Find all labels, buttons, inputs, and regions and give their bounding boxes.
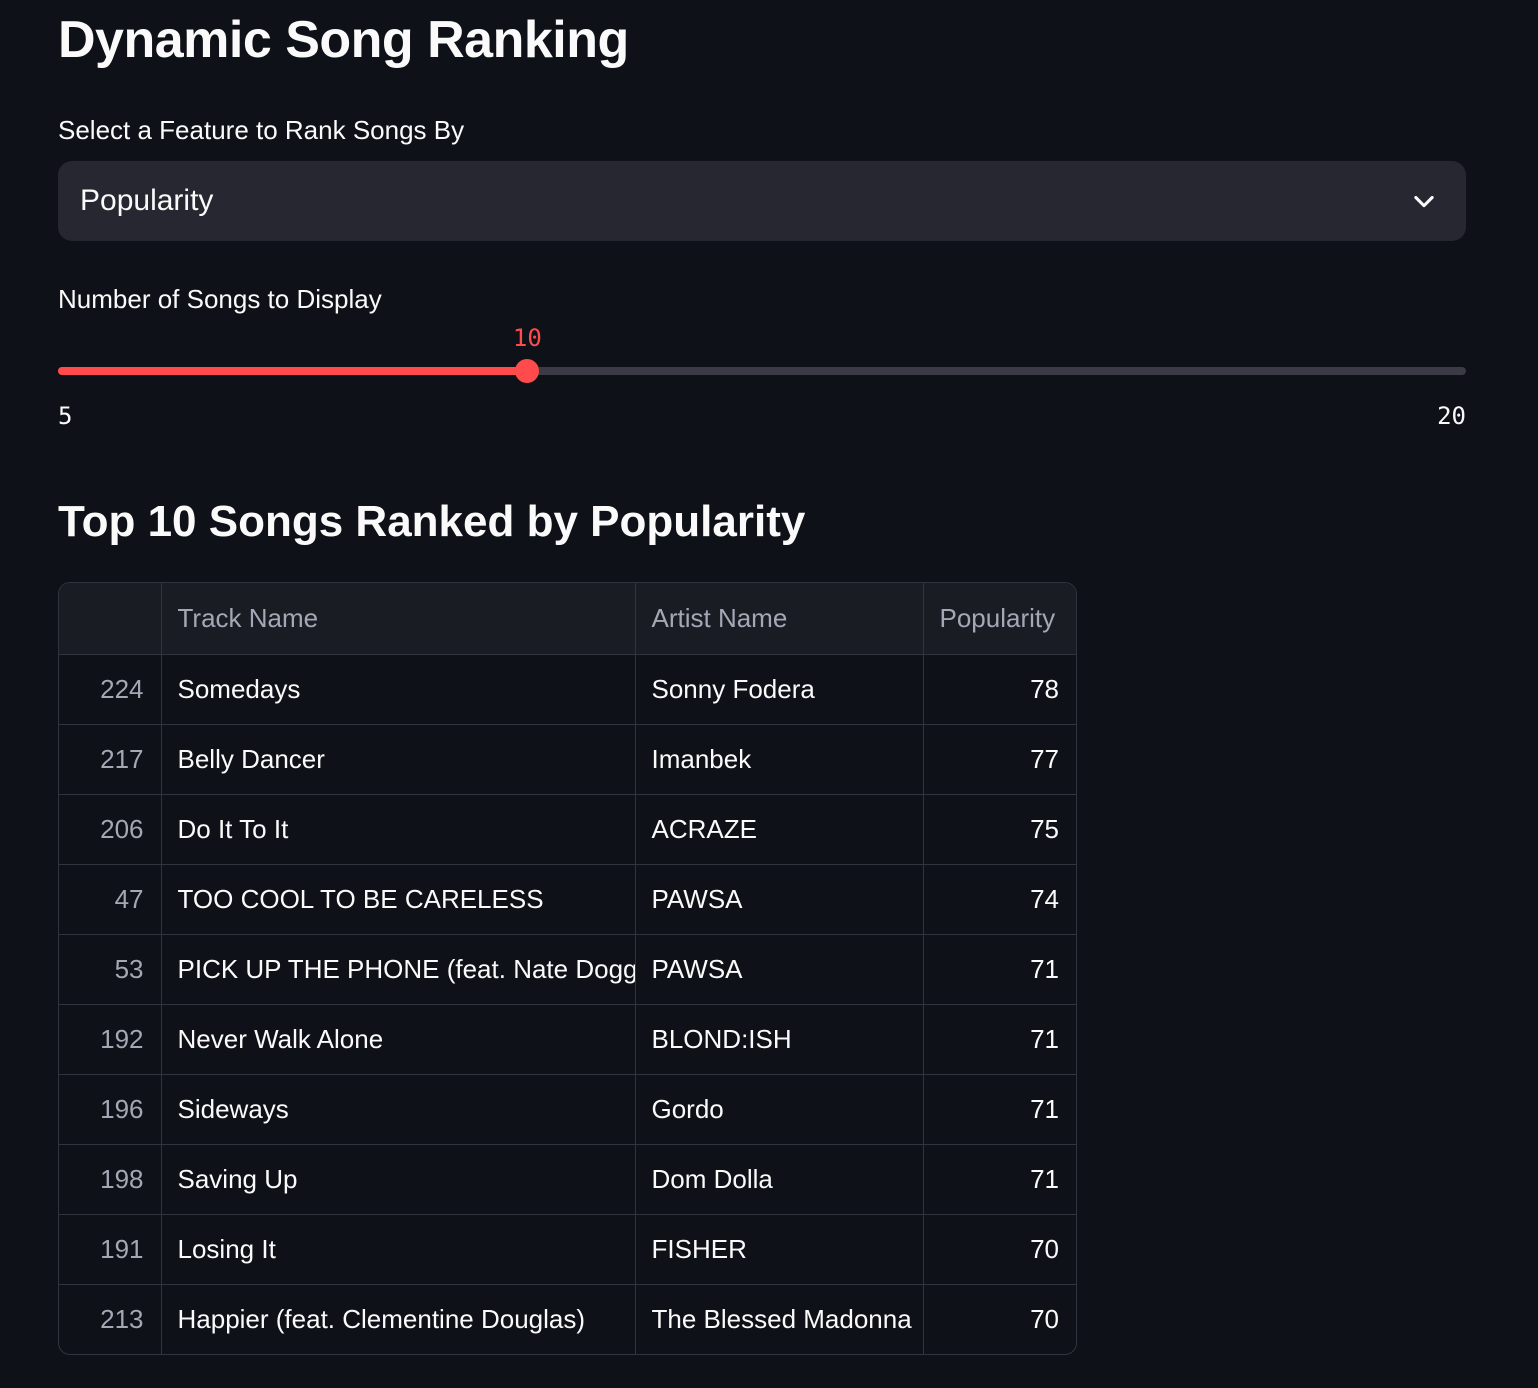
row-index: 213 <box>59 1284 162 1354</box>
track-name-cell[interactable]: TOO COOL TO BE CARELESS <box>161 864 636 935</box>
row-index: 217 <box>59 724 162 795</box>
table-row[interactable]: 198 Saving Up Dom Dolla 71 <box>59 1144 1076 1215</box>
table-row[interactable]: 217 Belly Dancer Imanbek 77 <box>59 724 1076 795</box>
popularity-cell[interactable]: 78 <box>923 654 1076 725</box>
popularity-cell[interactable]: 71 <box>923 1074 1076 1145</box>
track-name-cell[interactable]: Losing It <box>161 1214 636 1285</box>
feature-select[interactable]: Popularity <box>58 161 1466 241</box>
slider-current-value: 10 <box>512 324 542 352</box>
table-row[interactable]: 191 Losing It FISHER 70 <box>59 1214 1076 1285</box>
track-name-cell[interactable]: Do It To It <box>161 794 636 865</box>
table-row[interactable]: 224 Somedays Sonny Fodera 78 <box>59 654 1076 725</box>
column-header-track-name[interactable]: Track Name <box>161 583 636 655</box>
table-row[interactable]: 47 TOO COOL TO BE CARELESS PAWSA 74 <box>59 864 1076 935</box>
artist-name-cell[interactable]: BLOND:ISH <box>635 1004 924 1075</box>
results-heading: Top 10 Songs Ranked by Popularity <box>58 497 806 546</box>
column-header-artist-name[interactable]: Artist Name <box>635 583 924 655</box>
track-name-cell[interactable]: PICK UP THE PHONE (feat. Nate Dogg) <box>161 934 636 1005</box>
artist-name-cell[interactable]: Gordo <box>635 1074 924 1145</box>
artist-name-cell[interactable]: PAWSA <box>635 934 924 1005</box>
row-index: 196 <box>59 1074 162 1145</box>
table-row[interactable]: 206 Do It To It ACRAZE 75 <box>59 794 1076 865</box>
track-name-cell[interactable]: Belly Dancer <box>161 724 636 795</box>
artist-name-cell[interactable]: ACRAZE <box>635 794 924 865</box>
row-index: 47 <box>59 864 162 935</box>
row-index: 192 <box>59 1004 162 1075</box>
artist-name-cell[interactable]: The Blessed Madonna <box>635 1284 924 1354</box>
artist-name-cell[interactable]: PAWSA <box>635 864 924 935</box>
table-row[interactable]: 196 Sideways Gordo 71 <box>59 1074 1076 1145</box>
table-row[interactable]: 192 Never Walk Alone BLOND:ISH 71 <box>59 1004 1076 1075</box>
artist-name-cell[interactable]: Sonny Fodera <box>635 654 924 725</box>
popularity-cell[interactable]: 71 <box>923 934 1076 1005</box>
popularity-cell[interactable]: 77 <box>923 724 1076 795</box>
artist-name-cell[interactable]: Imanbek <box>635 724 924 795</box>
column-header-popularity[interactable]: Popularity <box>923 583 1076 655</box>
feature-select-value: Popularity <box>80 184 214 217</box>
row-index: 224 <box>59 654 162 725</box>
count-slider-thumb[interactable] <box>515 359 540 383</box>
popularity-cell[interactable]: 70 <box>923 1284 1076 1354</box>
slider-max-label: 20 <box>1437 402 1466 430</box>
row-index: 53 <box>59 934 162 1005</box>
popularity-cell[interactable]: 75 <box>923 794 1076 865</box>
count-slider-label: Number of Songs to Display <box>58 284 382 314</box>
table-row[interactable]: 53 PICK UP THE PHONE (feat. Nate Dogg) P… <box>59 934 1076 1005</box>
column-header-index[interactable] <box>59 583 162 655</box>
popularity-cell[interactable]: 71 <box>923 1004 1076 1075</box>
popularity-cell[interactable]: 71 <box>923 1144 1076 1215</box>
results-table[interactable]: Track Name Artist Name Popularity 224 So… <box>58 582 1077 1355</box>
count-slider-track[interactable] <box>58 359 1466 383</box>
track-name-cell[interactable]: Saving Up <box>161 1144 636 1215</box>
table-row[interactable]: 213 Happier (feat. Clementine Douglas) T… <box>59 1284 1076 1354</box>
chevron-down-icon <box>1414 195 1434 208</box>
track-name-cell[interactable]: Happier (feat. Clementine Douglas) <box>161 1284 636 1354</box>
track-name-cell[interactable]: Sideways <box>161 1074 636 1145</box>
track-name-cell[interactable]: Somedays <box>161 654 636 725</box>
row-index: 191 <box>59 1214 162 1285</box>
slider-min-label: 5 <box>58 402 73 430</box>
popularity-cell[interactable]: 70 <box>923 1214 1076 1285</box>
app-page: Dynamic Song Ranking Select a Feature to… <box>0 0 1538 1388</box>
table-header-row: Track Name Artist Name Popularity <box>59 583 1076 655</box>
artist-name-cell[interactable]: FISHER <box>635 1214 924 1285</box>
track-name-cell[interactable]: Never Walk Alone <box>161 1004 636 1075</box>
popularity-cell[interactable]: 74 <box>923 864 1076 935</box>
page-title: Dynamic Song Ranking <box>58 11 629 69</box>
artist-name-cell[interactable]: Dom Dolla <box>635 1144 924 1215</box>
feature-select-label: Select a Feature to Rank Songs By <box>58 115 465 145</box>
row-index: 198 <box>59 1144 162 1215</box>
row-index: 206 <box>59 794 162 865</box>
count-slider-fill <box>58 367 528 375</box>
